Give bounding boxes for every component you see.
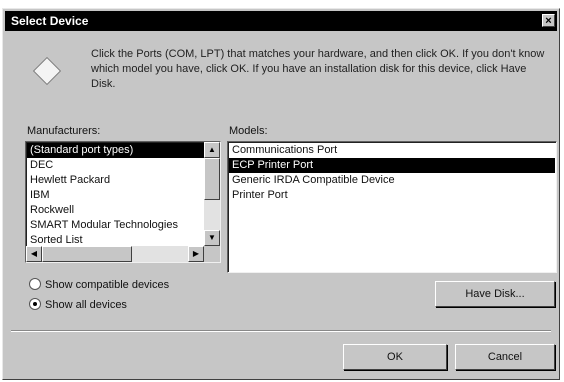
show-all-option[interactable]: Show all devices — [29, 297, 127, 313]
manufacturers-list[interactable]: (Standard port types) DEC Hewlett Packar… — [25, 141, 221, 263]
show-compatible-label: Show compatible devices — [45, 279, 170, 291]
have-disk-button[interactable]: Have Disk... — [435, 281, 555, 307]
instruction-text: Click the Ports (COM, LPT) that matches … — [91, 48, 545, 90]
close-icon[interactable]: × — [542, 14, 555, 27]
scroll-right-icon[interactable]: ▶ — [188, 246, 204, 262]
radio-selected-icon[interactable] — [29, 298, 41, 311]
show-all-label: Show all devices — [45, 299, 127, 311]
manufacturer-item[interactable]: Hewlett Packard — [27, 173, 205, 188]
model-item[interactable]: ECP Printer Port — [229, 158, 555, 173]
scroll-left-icon[interactable]: ◀ — [26, 246, 42, 262]
manufacturer-item[interactable]: Rockwell — [27, 203, 205, 218]
title-bar[interactable]: Select Device × — [5, 11, 557, 31]
manufacturer-item[interactable]: (Standard port types) — [27, 143, 205, 158]
ok-button[interactable]: OK — [343, 344, 447, 370]
device-icon — [32, 56, 62, 86]
scroll-corner — [204, 246, 220, 262]
show-compatible-option[interactable]: Show compatible devices — [29, 277, 169, 293]
manufacturers-label: Manufacturers: — [27, 125, 101, 137]
scroll-thumb[interactable] — [42, 246, 132, 262]
model-item[interactable]: Printer Port — [229, 188, 555, 203]
manufacturer-item[interactable]: SMART Modular Technologies — [27, 218, 205, 233]
manufacturer-item[interactable]: IBM — [27, 188, 205, 203]
model-item[interactable]: Generic IRDA Compatible Device — [229, 173, 555, 188]
window-title: Select Device — [11, 14, 89, 28]
select-device-dialog: Select Device × Click the Ports (COM, LP… — [2, 8, 560, 380]
radio-unselected-icon[interactable] — [29, 278, 41, 291]
models-label: Models: — [229, 125, 268, 137]
manufacturers-vscrollbar[interactable]: ▲ ▼ — [204, 142, 220, 246]
separator — [11, 330, 551, 332]
manufacturer-item[interactable]: DEC — [27, 158, 205, 173]
scroll-thumb[interactable] — [204, 158, 220, 200]
scroll-down-icon[interactable]: ▼ — [204, 230, 220, 246]
models-list[interactable]: Communications Port ECP Printer Port Gen… — [227, 141, 557, 273]
manufacturers-hscrollbar[interactable]: ◀ ▶ — [26, 246, 204, 262]
model-item[interactable]: Communications Port — [229, 143, 555, 158]
scroll-up-icon[interactable]: ▲ — [204, 142, 220, 158]
cancel-button[interactable]: Cancel — [455, 344, 555, 370]
